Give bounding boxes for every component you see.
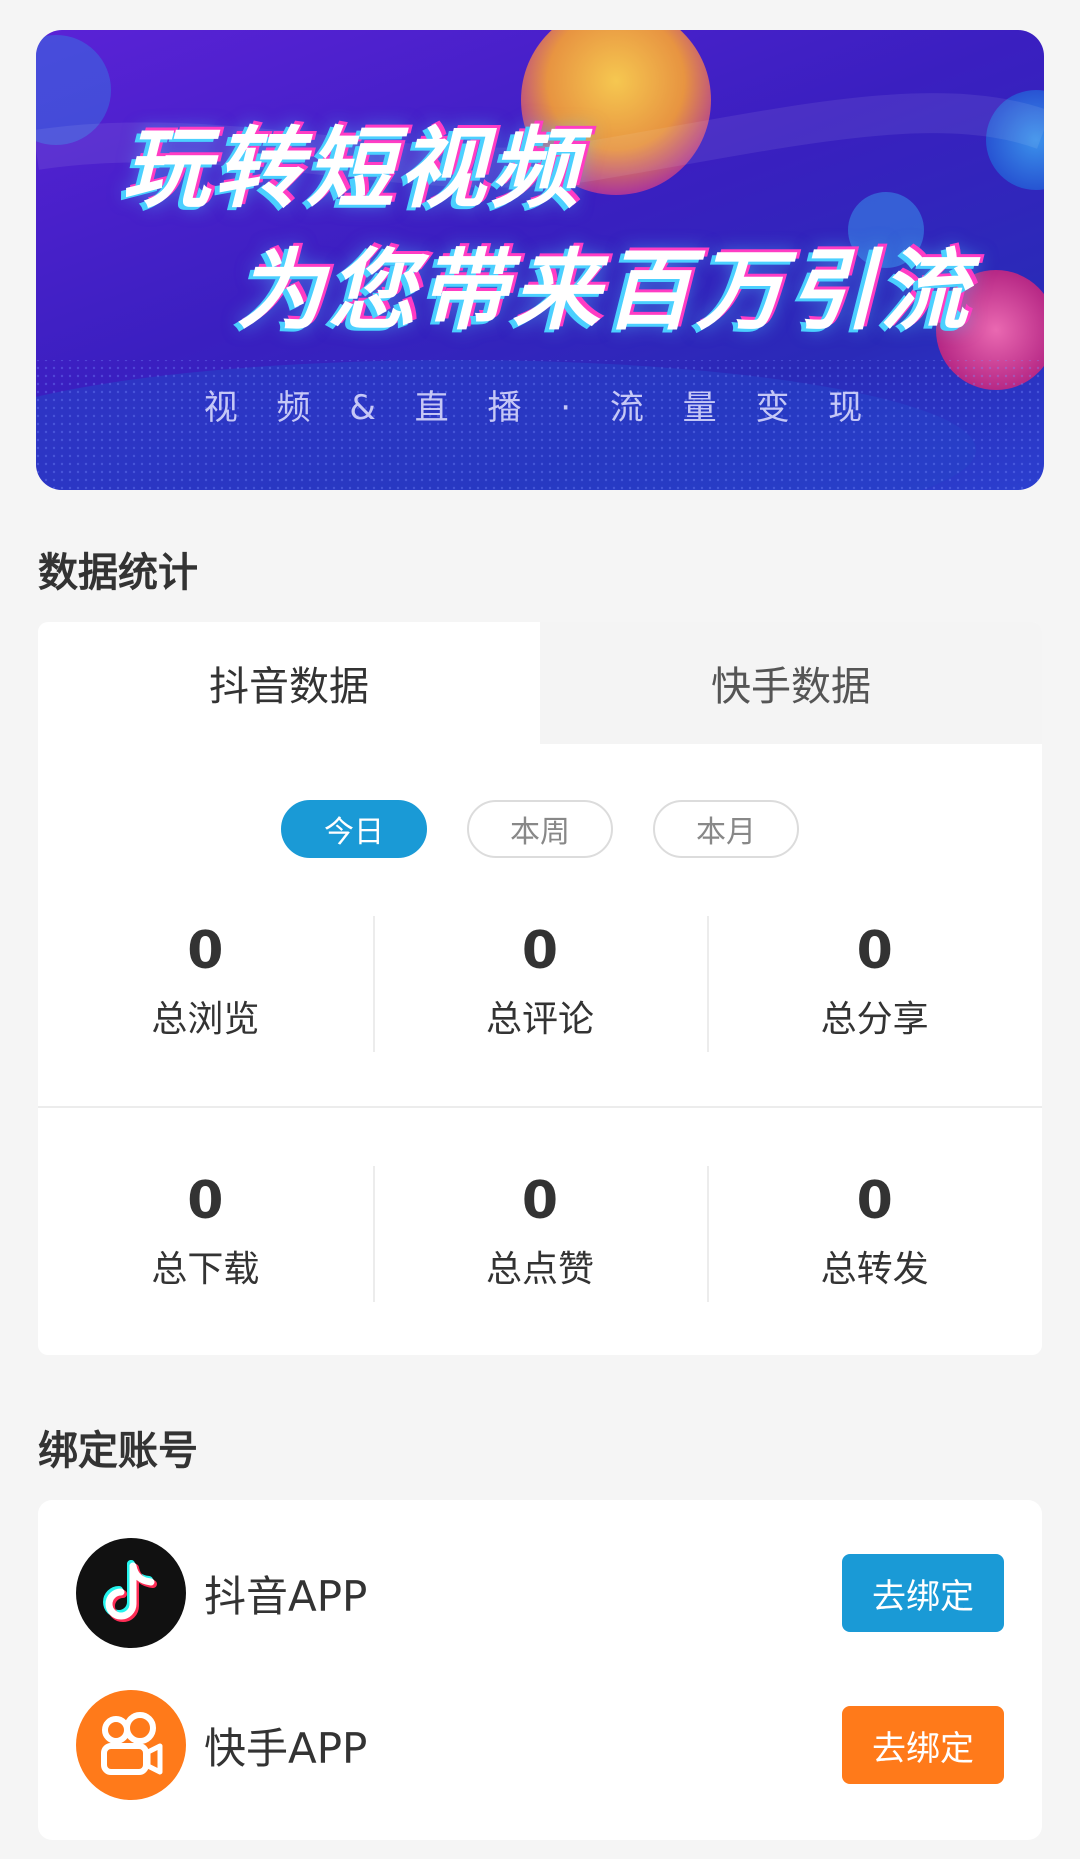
stat-label: 总浏览 xyxy=(151,999,260,1040)
period-selector: 今日 本周 本月 xyxy=(38,800,1042,858)
tab-kuaishou-data[interactable]: 快手数据 xyxy=(540,622,1042,744)
bind-kuaishou-button[interactable]: 去绑定 xyxy=(842,1706,1004,1784)
stats-section-title: 数据统计 xyxy=(38,550,198,596)
stat-value: 0 xyxy=(521,921,559,981)
period-week-button[interactable]: 本周 xyxy=(467,800,613,858)
page: 玩转短视频 为您带来百万引流 视 频 & 直 播 · 流 量 变 现 数据统计 … xyxy=(0,0,1080,1859)
stat-total-shares: 0 总分享 xyxy=(707,912,1042,1052)
banner-headline-2: 为您带来百万引流 xyxy=(236,239,973,342)
stat-label: 总评论 xyxy=(486,999,595,1040)
stat-total-comments: 0 总评论 xyxy=(372,912,708,1052)
stat-value: 0 xyxy=(856,921,893,981)
douyin-icon xyxy=(76,1538,186,1648)
stat-total-downloads: 0 总下载 xyxy=(38,1162,373,1298)
banner-tagline: 视 频 & 直 播 · 流 量 变 现 xyxy=(203,388,877,428)
stat-total-likes: 0 总点赞 xyxy=(372,1162,708,1302)
period-today-button[interactable]: 今日 xyxy=(281,800,427,858)
promo-banner[interactable]: 玩转短视频 为您带来百万引流 视 频 & 直 播 · 流 量 变 现 xyxy=(36,30,1044,490)
account-item-kuaishou: 快手APP 去绑定 xyxy=(76,1690,1044,1800)
tab-douyin-data[interactable]: 抖音数据 xyxy=(38,622,540,744)
kuaishou-icon xyxy=(76,1690,186,1800)
stats-row-1: 0 总浏览 0 总评论 0 总分享 xyxy=(38,912,1042,1052)
stat-label: 总分享 xyxy=(820,999,929,1040)
stats-divider xyxy=(38,1106,1042,1108)
stat-value: 0 xyxy=(187,1171,224,1231)
stat-value: 0 xyxy=(521,1171,559,1231)
stat-total-views: 0 总浏览 xyxy=(38,912,373,1048)
stat-value: 0 xyxy=(187,921,224,981)
stat-value: 0 xyxy=(856,1171,893,1231)
stat-label: 总点赞 xyxy=(486,1249,595,1290)
banner-headline-1: 玩转短视频 xyxy=(122,117,583,220)
stat-label: 总下载 xyxy=(151,1249,260,1290)
stat-total-reposts: 0 总转发 xyxy=(707,1162,1042,1302)
stats-row-2: 0 总下载 0 总点赞 0 总转发 xyxy=(38,1162,1042,1302)
period-month-button[interactable]: 本月 xyxy=(653,800,799,858)
stat-label: 总转发 xyxy=(820,1249,929,1290)
platform-tabs: 抖音数据 快手数据 xyxy=(38,622,1042,744)
bind-douyin-button[interactable]: 去绑定 xyxy=(842,1554,1004,1632)
bind-section-title: 绑定账号 xyxy=(38,1428,198,1474)
bind-accounts-card: 抖音APP 去绑定 快手APP 去绑定 xyxy=(38,1500,1042,1840)
account-item-douyin: 抖音APP 去绑定 xyxy=(76,1538,1044,1648)
stats-card: 抖音数据 快手数据 今日 本周 本月 0 总浏览 0 总评论 0 总分享 0 总… xyxy=(38,622,1042,1355)
